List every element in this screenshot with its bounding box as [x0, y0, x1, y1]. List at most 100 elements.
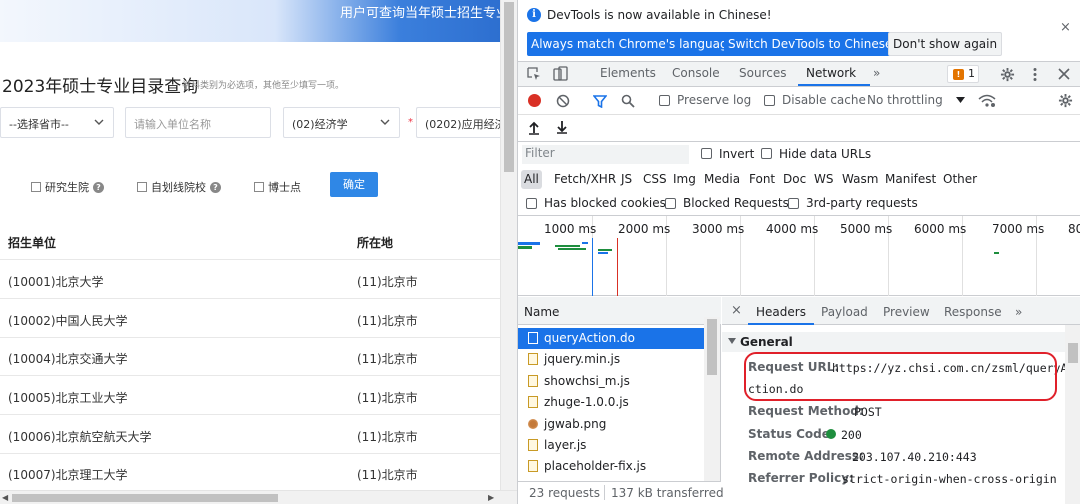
type-filter-other[interactable]: Other — [940, 170, 980, 189]
import-har-icon[interactable] — [528, 121, 540, 135]
request-list-scrollbar[interactable] — [704, 317, 720, 481]
type-filter-all[interactable]: All — [521, 170, 542, 189]
tab-response[interactable]: Response — [944, 305, 1002, 319]
type-filter-js[interactable]: JS — [618, 170, 635, 189]
issues-badge[interactable]: ! 1 — [947, 65, 979, 83]
scrollbar-thumb[interactable] — [707, 319, 717, 375]
kebab-menu-icon[interactable] — [1032, 67, 1038, 82]
has-blocked-cookies-checkbox[interactable] — [526, 198, 537, 209]
network-overview-timeline[interactable]: 1000 ms 2000 ms 3000 ms 4000 ms 5000 ms … — [518, 216, 1080, 296]
type-filter-fetch-xhr[interactable]: Fetch/XHR — [551, 170, 619, 189]
close-devtools-icon[interactable] — [1058, 68, 1070, 80]
tab-elements[interactable]: Elements — [600, 66, 656, 80]
chevron-down-icon — [94, 119, 104, 125]
close-details-icon[interactable]: × — [731, 303, 742, 318]
unit-cell[interactable]: (10005)北京工业大学 — [8, 389, 128, 406]
tab-sources[interactable]: Sources — [739, 66, 786, 80]
hide-data-urls-checkbox[interactable] — [761, 148, 772, 159]
discipline-select[interactable]: (0202)应用经济 — [416, 107, 506, 138]
more-detail-tabs-icon[interactable]: » — [1015, 305, 1022, 319]
unit-cell[interactable]: (10006)北京航空航天大学 — [8, 428, 152, 445]
filter-input[interactable]: Filter — [522, 145, 689, 164]
type-filter-font[interactable]: Font — [746, 170, 778, 189]
invert-checkbox[interactable] — [701, 148, 712, 159]
match-language-button[interactable]: Always match Chrome's language — [527, 32, 739, 56]
throttling-select[interactable]: No throttling — [867, 93, 943, 107]
table-row[interactable]: (10001)北京大学 (11)北京市 — [0, 261, 500, 299]
network-settings-gear-icon[interactable] — [1058, 93, 1073, 108]
request-row[interactable]: queryAction.do — [518, 328, 704, 349]
type-filter-manifest[interactable]: Manifest — [882, 170, 939, 189]
type-filter-doc[interactable]: Doc — [780, 170, 809, 189]
request-row[interactable]: jquery.min.js — [518, 349, 704, 370]
active-tab-indicator — [798, 84, 870, 86]
checkbox-box[interactable] — [137, 182, 147, 192]
scroll-left-arrow-icon[interactable]: ◀ — [2, 493, 8, 502]
table-row[interactable]: (10006)北京航空航天大学 (11)北京市 — [0, 416, 500, 454]
unit-cell[interactable]: (10007)北京理工大学 — [8, 466, 128, 483]
device-toolbar-icon[interactable] — [553, 66, 568, 82]
name-column-header[interactable]: Name — [518, 297, 721, 325]
unit-cell[interactable]: (10001)北京大学 — [8, 273, 104, 290]
type-filter-ws[interactable]: WS — [811, 170, 836, 189]
timeline-tick: 4000 ms — [766, 222, 819, 236]
type-filter-media[interactable]: Media — [701, 170, 743, 189]
province-select[interactable]: --选择省市-- — [0, 107, 114, 138]
tab-preview[interactable]: Preview — [883, 305, 930, 319]
blocked-requests-checkbox[interactable] — [665, 198, 676, 209]
table-header: 招生单位 所在地 — [0, 222, 500, 260]
table-row[interactable]: (10005)北京工业大学 (11)北京市 — [0, 377, 500, 415]
scrollbar-thumb[interactable] — [504, 2, 514, 172]
page-horizontal-scrollbar[interactable]: ◀ ▶ — [0, 490, 517, 504]
tab-network[interactable]: Network — [806, 66, 856, 80]
help-icon[interactable]: ? — [210, 181, 221, 193]
checkbox-self-line[interactable]: 自划线院校 ? — [137, 179, 221, 195]
table-row[interactable]: (10004)北京交通大学 (11)北京市 — [0, 338, 500, 376]
preserve-log-checkbox[interactable] — [659, 95, 670, 106]
settings-gear-icon[interactable] — [1000, 67, 1015, 82]
general-section-header[interactable]: General — [722, 332, 1065, 352]
dont-show-again-button[interactable]: Don't show again — [888, 32, 1003, 56]
checkbox-doctoral[interactable]: 博士点 — [254, 179, 301, 195]
type-filter-wasm[interactable]: Wasm — [839, 170, 881, 189]
switch-to-chinese-button[interactable]: Switch DevTools to Chinese — [724, 32, 897, 56]
tab-payload[interactable]: Payload — [821, 305, 868, 319]
third-party-checkbox[interactable] — [788, 198, 799, 209]
clear-icon[interactable] — [556, 94, 570, 108]
unit-name-input[interactable]: 请输入单位名称 — [125, 107, 271, 138]
search-icon[interactable] — [621, 94, 635, 108]
scroll-right-arrow-icon[interactable]: ▶ — [488, 493, 494, 502]
request-row[interactable]: zhuge-1.0.0.js — [518, 392, 704, 413]
tab-headers[interactable]: Headers — [756, 305, 806, 319]
scrollbar-thumb[interactable] — [1068, 343, 1078, 363]
disable-cache-checkbox[interactable] — [764, 95, 775, 106]
network-conditions-icon[interactable] — [978, 93, 996, 109]
request-row[interactable]: showchsi_m.js — [518, 371, 704, 392]
category-select[interactable]: (02)经济学 — [283, 107, 400, 138]
help-icon[interactable]: ? — [93, 181, 104, 193]
tab-console[interactable]: Console — [672, 66, 720, 80]
dropdown-triangle-icon[interactable] — [956, 97, 965, 104]
unit-cell[interactable]: (10004)北京交通大学 — [8, 350, 128, 367]
checkbox-box[interactable] — [31, 182, 41, 192]
unit-cell[interactable]: (10002)中国人民大学 — [8, 312, 128, 329]
type-filter-img[interactable]: Img — [670, 170, 699, 189]
details-scrollbar[interactable] — [1065, 325, 1080, 504]
more-tabs-icon[interactable]: » — [873, 66, 880, 80]
confirm-button[interactable]: 确定 — [330, 172, 378, 197]
type-filter-css[interactable]: CSS — [640, 170, 670, 189]
checkbox-graduate-school[interactable]: 研究生院 ? — [31, 179, 104, 195]
close-icon[interactable]: × — [1060, 20, 1071, 35]
page-vertical-scrollbar[interactable] — [500, 0, 517, 490]
request-row[interactable]: jgwab.png — [518, 414, 704, 435]
scrollbar-thumb[interactable] — [12, 494, 278, 502]
checkbox-box[interactable] — [254, 182, 264, 192]
export-har-icon[interactable] — [556, 120, 568, 134]
record-icon[interactable] — [528, 94, 541, 107]
table-row[interactable]: (10002)中国人民大学 (11)北京市 — [0, 300, 500, 338]
filter-icon[interactable] — [593, 95, 607, 108]
table-row[interactable]: (10007)北京理工大学 (11)北京市 — [0, 454, 500, 492]
request-row[interactable]: placeholder-fix.js — [518, 456, 704, 477]
request-row[interactable]: layer.js — [518, 435, 704, 456]
inspect-element-icon[interactable] — [527, 67, 542, 82]
